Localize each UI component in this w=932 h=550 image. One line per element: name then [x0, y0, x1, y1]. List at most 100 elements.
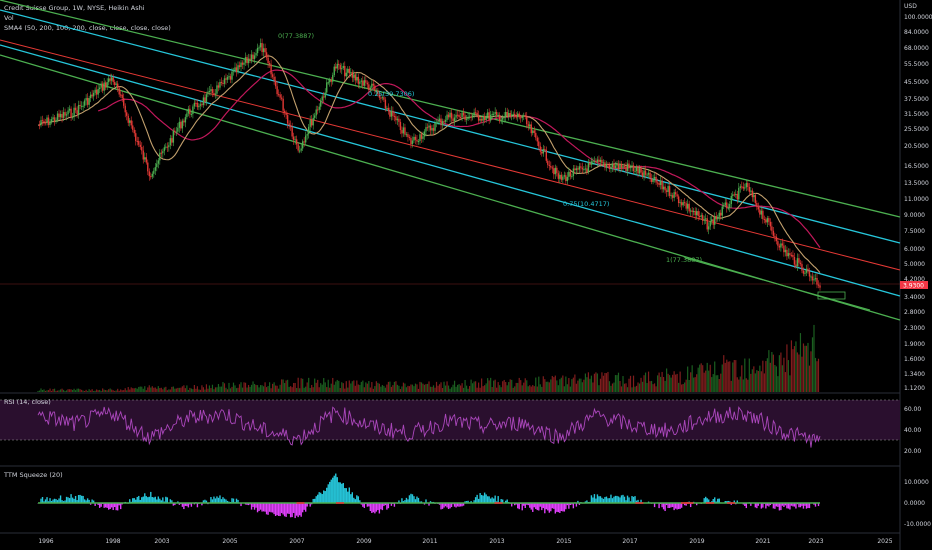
volume-bar — [229, 388, 232, 392]
ttm-bar — [270, 503, 272, 513]
ttm-bar — [282, 503, 284, 515]
volume-bar — [207, 388, 209, 392]
ttm-bar — [280, 503, 283, 514]
time-tick: 1996 — [38, 538, 53, 545]
volume-bar — [324, 382, 326, 392]
candle-body — [471, 115, 474, 118]
volume-bar — [272, 383, 274, 392]
volume-bar — [723, 355, 725, 392]
time-tick: 2009 — [356, 538, 371, 545]
candle-body — [787, 253, 790, 257]
ttm-bar — [378, 503, 381, 514]
candle-body — [461, 112, 463, 118]
volume-bar — [760, 371, 762, 392]
candle-body — [518, 113, 520, 118]
volume-bar — [437, 385, 439, 392]
ttm-bar — [256, 503, 259, 513]
candle-body — [784, 249, 787, 253]
volume-bar — [793, 346, 796, 392]
ttm-bar — [786, 503, 788, 509]
volume-bar — [488, 380, 490, 392]
candle-body — [613, 164, 615, 169]
candle-body — [153, 170, 155, 174]
volume-bar — [626, 387, 629, 392]
volume-bar — [90, 390, 92, 392]
volume-bar — [446, 381, 448, 392]
ttm-bar — [482, 495, 484, 503]
ttm-bar — [46, 497, 48, 503]
volume-bar — [523, 382, 525, 392]
candle-body — [816, 278, 818, 285]
candle-body — [265, 52, 268, 58]
candle-body — [798, 258, 800, 263]
volume-bar — [126, 390, 128, 392]
ttm-bar — [548, 503, 551, 513]
candle-body — [156, 163, 158, 168]
volume-bar — [520, 380, 522, 392]
ttm-bar — [789, 503, 791, 510]
candle-body — [668, 186, 671, 196]
candle-body — [708, 226, 710, 230]
volume-bar — [181, 386, 183, 392]
ttm-bar — [547, 503, 549, 511]
ttm-bar — [476, 494, 478, 503]
ttm-bar — [620, 495, 623, 503]
volume-bar — [491, 387, 493, 392]
volume-bar — [70, 389, 72, 392]
volume-bar — [321, 384, 323, 392]
volume-bar — [132, 388, 134, 392]
candle-body — [419, 134, 421, 141]
volume-bar — [323, 378, 325, 392]
volume-bar — [673, 371, 675, 392]
ttm-bar — [536, 503, 538, 511]
volume-bar — [578, 378, 580, 392]
candle-body — [748, 186, 751, 192]
volume-bar — [744, 358, 746, 392]
volume-bar — [308, 377, 310, 392]
ttm-bar — [222, 497, 224, 503]
candle-body — [301, 141, 304, 149]
candle-body — [497, 114, 499, 116]
ttm-bar — [326, 487, 328, 503]
price-tick: 9.0000 — [904, 212, 925, 219]
volume-bar — [396, 384, 399, 392]
volume-bar — [393, 381, 396, 392]
candle-body — [520, 117, 522, 119]
volume-bar — [106, 390, 108, 392]
candle-body — [565, 175, 567, 182]
ttm-bar — [805, 503, 808, 509]
volume-bar — [71, 389, 74, 392]
candle-body — [538, 141, 540, 147]
ttm-bar — [610, 494, 612, 503]
candle-body — [550, 165, 552, 168]
volume-bar — [443, 381, 445, 392]
time-tick: 2023 — [808, 538, 823, 545]
candle-body — [446, 114, 448, 120]
volume-bar — [208, 385, 211, 392]
candle-body — [671, 195, 674, 198]
candle-body — [813, 279, 815, 281]
volume-bar — [693, 377, 695, 392]
volume-bar — [302, 378, 304, 392]
ttm-bar — [333, 475, 335, 503]
volume-bar — [154, 387, 156, 392]
volume-bar — [435, 381, 438, 392]
ttm-bar — [592, 497, 594, 503]
candle-body — [610, 167, 612, 169]
volume-bar — [312, 387, 314, 392]
volume-bar — [294, 382, 296, 392]
candle-body — [71, 116, 74, 118]
candle-body — [317, 109, 319, 111]
ttm-bar — [283, 503, 286, 517]
candle-body — [186, 113, 188, 118]
candle-body — [384, 99, 387, 109]
ttm-bar — [613, 496, 615, 503]
candle-body — [664, 186, 666, 191]
volume-bar — [375, 381, 377, 392]
candle-body — [132, 125, 134, 130]
volume-bar — [650, 380, 653, 392]
volume-bar — [505, 382, 507, 392]
volume-bar — [50, 390, 53, 392]
candle-body — [422, 136, 424, 139]
volume-bar — [691, 365, 693, 392]
